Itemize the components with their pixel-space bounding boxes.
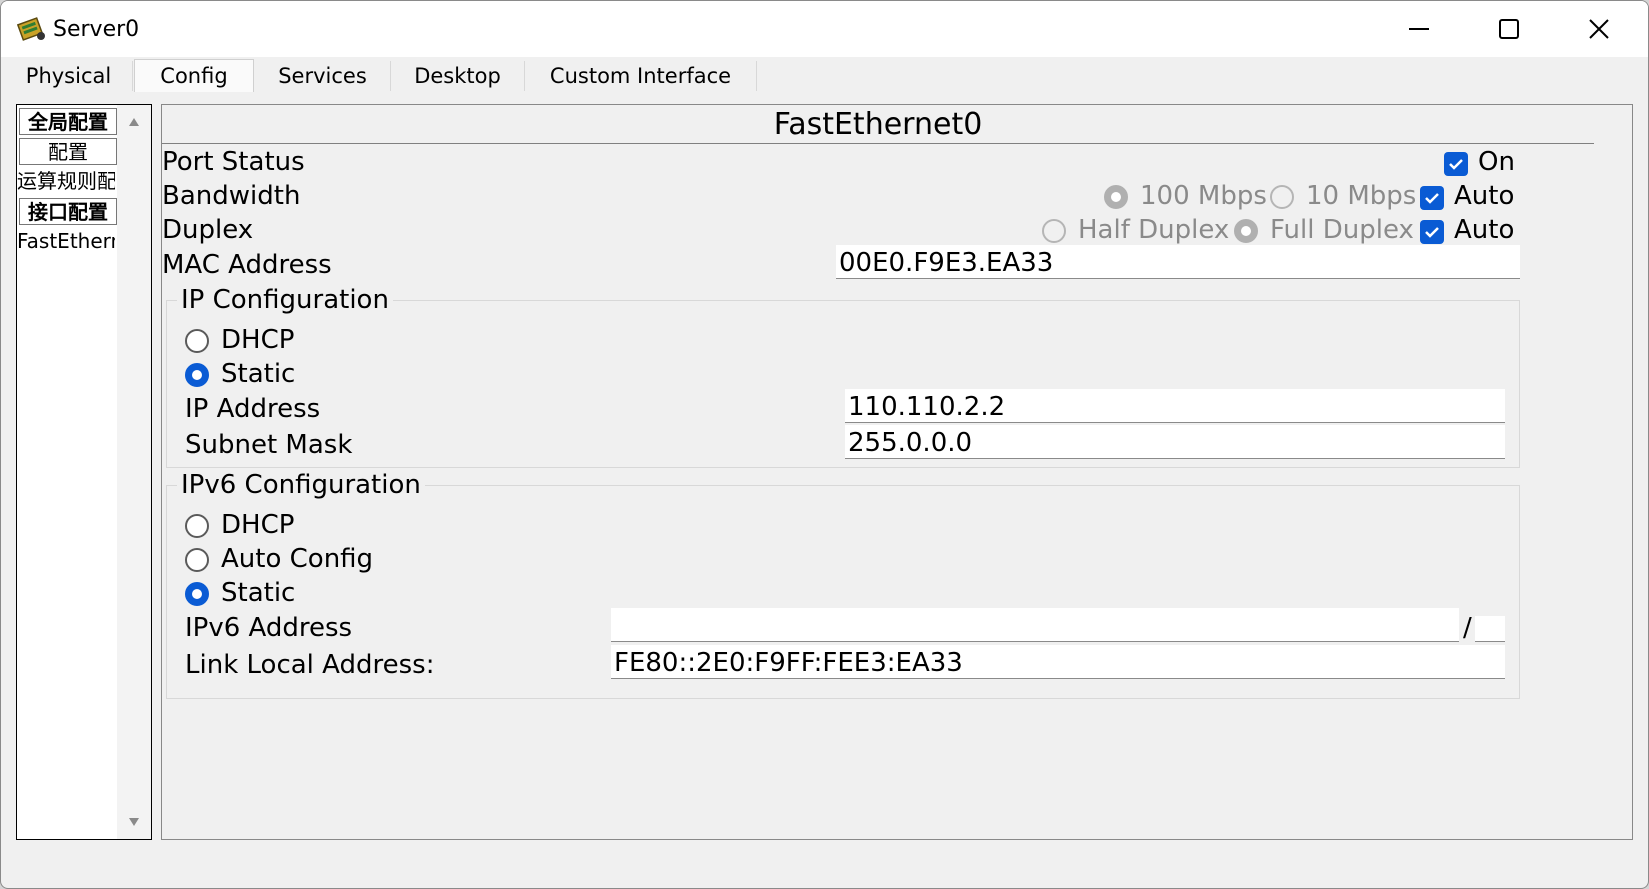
- app-window: Server0 Physical Config Services Desktop…: [0, 0, 1649, 889]
- duplex-auto-label: Auto: [1454, 215, 1515, 245]
- ipv6-dhcp-label: DHCP: [221, 510, 295, 540]
- ipv6-static-radio[interactable]: [185, 582, 209, 606]
- bandwidth-10-label: 10 Mbps: [1306, 181, 1417, 211]
- ipv6-auto-config-radio[interactable]: [185, 548, 209, 572]
- maximize-button[interactable]: [1463, 1, 1555, 57]
- ip-dhcp-label: DHCP: [221, 325, 295, 355]
- duplex-auto-checkbox[interactable]: [1420, 220, 1444, 244]
- half-duplex-radio[interactable]: [1042, 219, 1066, 243]
- ipv6-config-group: IPv6 Configuration DHCP Auto Config Stat…: [166, 470, 1520, 699]
- tab-config[interactable]: Config: [134, 59, 254, 92]
- ipv6-address-field[interactable]: [611, 608, 1459, 642]
- minimize-button[interactable]: [1373, 1, 1465, 57]
- config-nav-list: 全局配置 配置 运算规则配 接口配置 FastEthernet0: [16, 104, 152, 840]
- port-status-on-label: On: [1478, 147, 1515, 177]
- mac-address-field[interactable]: 00E0.F9E3.EA33: [836, 245, 1520, 279]
- interface-config-panel: FastEthernet0 Port Status On Bandwidth 1…: [161, 104, 1633, 840]
- ipv6-address-label: IPv6 Address: [185, 613, 353, 643]
- nav-global-settings[interactable]: 全局配置: [19, 108, 117, 135]
- nav-fastethernet0[interactable]: FastEthernet0: [17, 228, 115, 255]
- close-button[interactable]: [1553, 1, 1645, 57]
- mac-address-label: MAC Address: [162, 250, 332, 280]
- bandwidth-100-label: 100 Mbps: [1140, 181, 1267, 211]
- port-status-label: Port Status: [162, 147, 305, 177]
- ipv6-config-title: IPv6 Configuration: [177, 470, 425, 500]
- tab-bar: Physical Config Services Desktop Custom …: [1, 59, 1648, 92]
- ip-static-radio[interactable]: [185, 363, 209, 387]
- link-local-address-field[interactable]: FE80::2E0:F9FF:FEE3:EA33: [611, 645, 1505, 679]
- ip-dhcp-radio[interactable]: [185, 329, 209, 353]
- full-duplex-radio[interactable]: [1234, 219, 1258, 243]
- checkmark-icon: [1425, 227, 1439, 238]
- duplex-label: Duplex: [162, 215, 254, 245]
- ip-static-label: Static: [221, 359, 296, 389]
- subnet-mask-field[interactable]: 255.0.0.0: [845, 425, 1505, 459]
- window-title: Server0: [53, 17, 140, 42]
- minimize-icon: [1409, 28, 1429, 30]
- server-app-icon: [17, 17, 45, 41]
- link-local-address-label: Link Local Address:: [185, 650, 435, 680]
- bandwidth-100-radio[interactable]: [1104, 185, 1128, 209]
- port-status-checkbox[interactable]: [1444, 152, 1468, 176]
- close-icon: [1589, 19, 1609, 39]
- tab-desktop[interactable]: Desktop: [391, 61, 525, 91]
- tab-custom-interface[interactable]: Custom Interface: [525, 61, 757, 91]
- ipv6-auto-config-label: Auto Config: [221, 544, 374, 574]
- ipv6-prefix-separator: /: [1463, 613, 1472, 643]
- ip-config-title: IP Configuration: [177, 285, 393, 315]
- subnet-mask-label: Subnet Mask: [185, 430, 353, 460]
- title-bar: Server0: [1, 1, 1648, 57]
- scroll-up-icon[interactable]: [128, 117, 140, 127]
- ip-address-field[interactable]: 110.110.2.2: [845, 389, 1505, 423]
- ip-config-group: IP Configuration DHCP Static IP Address …: [166, 285, 1520, 468]
- bandwidth-auto-label: Auto: [1454, 181, 1515, 211]
- nav-settings[interactable]: 配置: [19, 138, 117, 165]
- bandwidth-auto-checkbox[interactable]: [1420, 186, 1444, 210]
- bandwidth-label: Bandwidth: [162, 181, 301, 211]
- nav-scrollbar[interactable]: [117, 105, 151, 839]
- maximize-icon: [1499, 19, 1519, 39]
- checkmark-icon: [1449, 159, 1463, 170]
- nav-algorithm-settings[interactable]: 运算规则配: [17, 168, 115, 195]
- half-duplex-label: Half Duplex: [1078, 215, 1230, 245]
- ipv6-prefix-length-field[interactable]: [1475, 616, 1505, 642]
- bandwidth-10-radio[interactable]: [1270, 185, 1294, 209]
- interface-title: FastEthernet0: [162, 105, 1594, 144]
- ipv6-dhcp-radio[interactable]: [185, 514, 209, 538]
- scroll-down-icon[interactable]: [128, 817, 140, 827]
- nav-interface-settings[interactable]: 接口配置: [19, 198, 117, 225]
- checkmark-icon: [1425, 193, 1439, 204]
- tab-services[interactable]: Services: [255, 61, 391, 91]
- full-duplex-label: Full Duplex: [1270, 215, 1414, 245]
- tab-physical[interactable]: Physical: [5, 61, 133, 91]
- ip-address-label: IP Address: [185, 394, 321, 424]
- ipv6-static-label: Static: [221, 578, 296, 608]
